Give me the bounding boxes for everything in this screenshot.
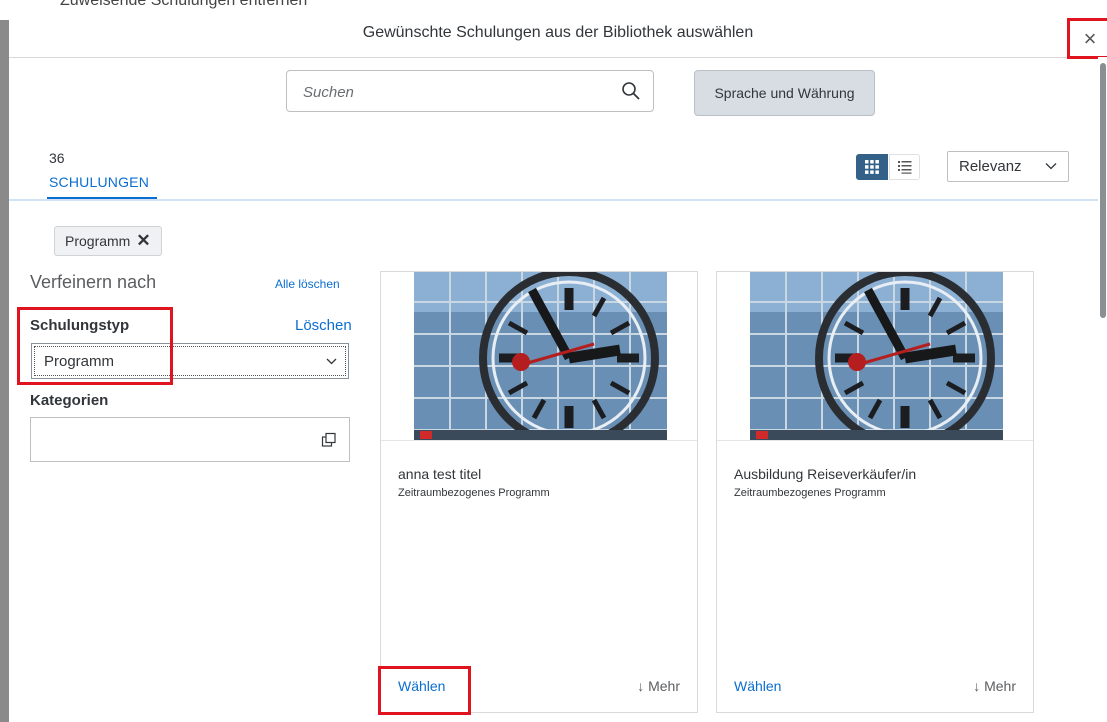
- card-image: [414, 272, 667, 440]
- more-link[interactable]: ↓ Mehr: [973, 678, 1016, 694]
- sort-select[interactable]: Relevanz: [947, 151, 1069, 182]
- more-link[interactable]: ↓ Mehr: [637, 678, 680, 694]
- background-page-title: Zuweisende Schulungen entfernen: [60, 0, 308, 9]
- card-title: anna test titel: [398, 466, 482, 482]
- remove-filter-icon[interactable]: ✕: [136, 231, 150, 251]
- card-image: [750, 272, 1003, 440]
- search-icon[interactable]: [621, 81, 641, 101]
- highlight-select-link: [378, 666, 471, 715]
- training-card[interactable]: anna test titel Zeitraumbezogenes Progra…: [380, 271, 698, 713]
- search-input[interactable]: [301, 81, 605, 103]
- card-divider: [717, 440, 1033, 441]
- categories-input[interactable]: [30, 417, 350, 462]
- dialog-header: Gewünschte Schulungen aus der Bibliothek…: [9, 11, 1107, 59]
- refine-title: Verfeinern nach: [30, 272, 157, 292]
- value-help-icon[interactable]: [321, 432, 337, 448]
- close-button[interactable]: ×: [1067, 18, 1107, 59]
- highlight-training-type: [17, 307, 173, 385]
- tab-trainings[interactable]: SCHULUNGEN: [49, 174, 149, 190]
- dialog-title: Gewünschte Schulungen aus der Bibliothek…: [362, 24, 754, 41]
- select-trainings-dialog: Gewünschte Schulungen aus der Bibliothek…: [9, 11, 1107, 722]
- training-type-clear-link[interactable]: Löschen: [295, 317, 352, 334]
- card-subtitle: Zeitraumbezogenes Programm: [398, 487, 550, 499]
- trainings-count: 36: [49, 150, 65, 166]
- list-view-button[interactable]: [889, 154, 920, 180]
- scrollbar-thumb[interactable]: [1100, 63, 1106, 318]
- close-icon: ×: [1083, 25, 1097, 51]
- chevron-down-icon: [326, 358, 337, 365]
- filter-chip-programm: Programm ✕: [54, 226, 162, 256]
- training-card[interactable]: Ausbildung Reiseverkäufer/in Zeitraumbez…: [716, 271, 1034, 713]
- tab-bar-divider: [9, 199, 1107, 201]
- clear-all-link[interactable]: Alle löschen: [275, 277, 340, 291]
- grid-view-button[interactable]: [856, 154, 888, 180]
- sort-select-value: Relevanz: [959, 158, 1022, 175]
- card-title: Ausbildung Reiseverkäufer/in: [734, 466, 917, 482]
- list-view-icon: [897, 161, 911, 174]
- card-subtitle: Zeitraumbezogenes Programm: [734, 487, 886, 499]
- categories-label: Kategorien: [30, 392, 109, 409]
- language-currency-button[interactable]: Sprache und Währung: [694, 70, 875, 116]
- search-field[interactable]: [286, 70, 654, 112]
- filter-chip-label: Programm: [65, 233, 131, 249]
- select-link[interactable]: Wählen: [734, 678, 781, 694]
- chevron-down-icon: [1045, 163, 1057, 170]
- grid-view-icon: [865, 160, 879, 174]
- card-divider: [381, 440, 697, 441]
